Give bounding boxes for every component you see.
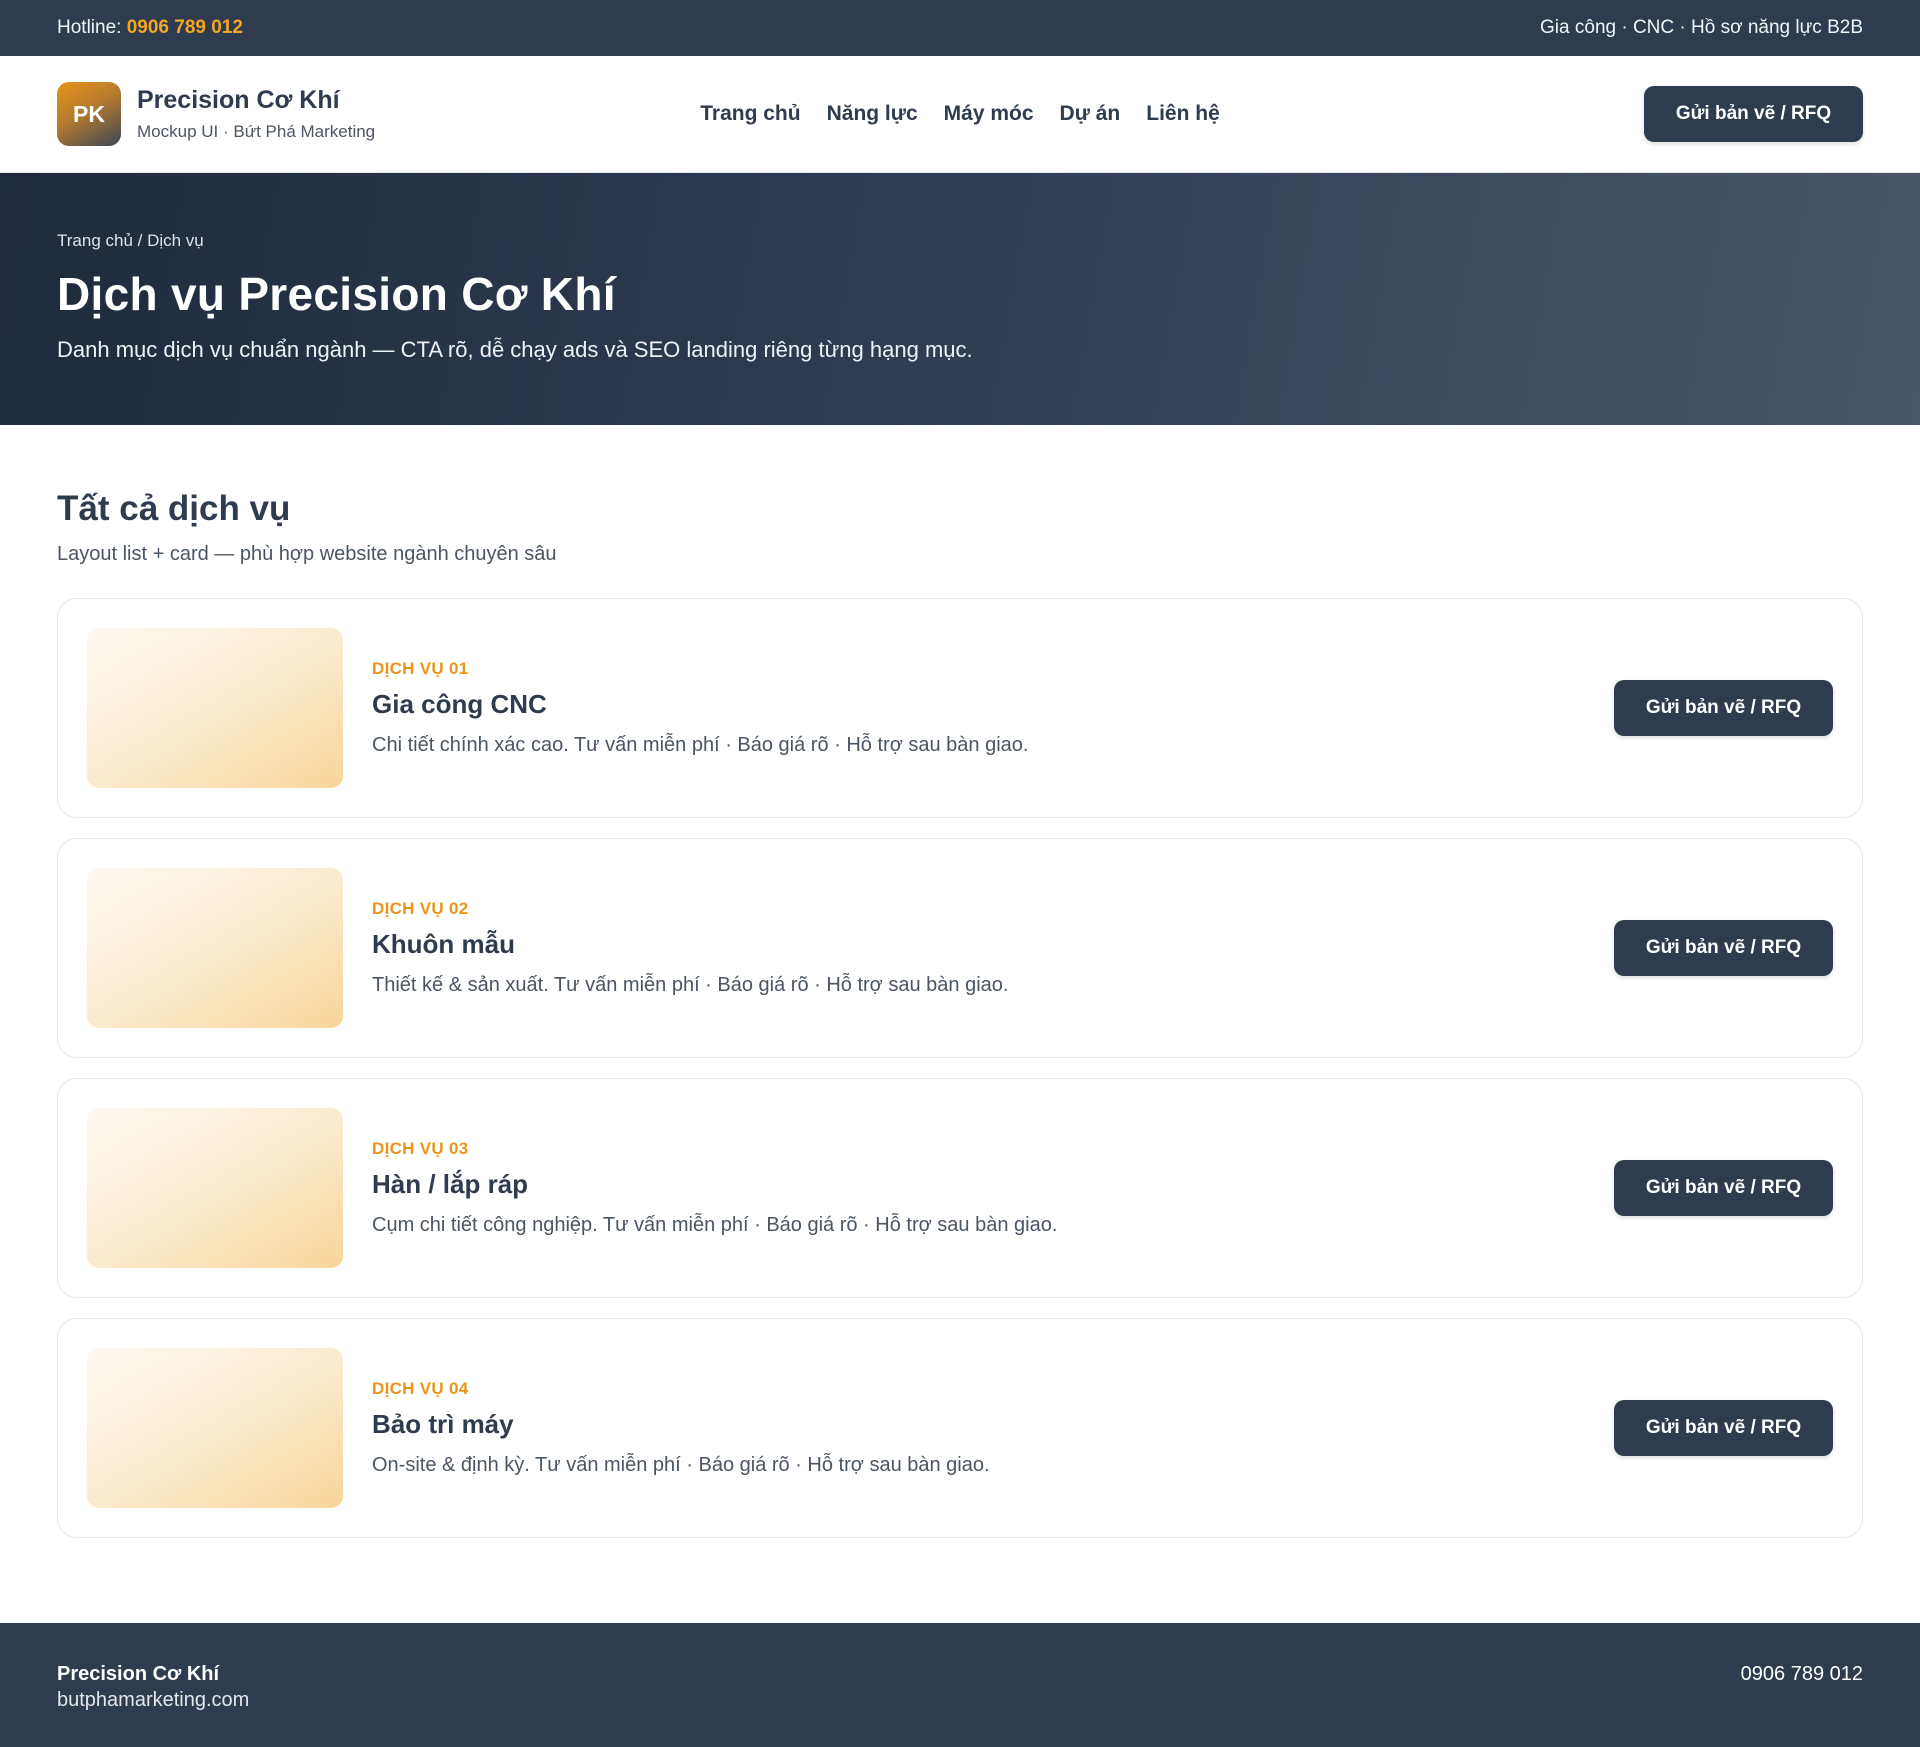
service-rfq-button[interactable]: Gửi bản vẽ / RFQ: [1614, 920, 1833, 976]
footer-website-link[interactable]: butphamarketing.com: [57, 1689, 249, 1712]
service-title[interactable]: Khuôn mẫu: [372, 929, 1614, 960]
service-title[interactable]: Gia công CNC: [372, 689, 1614, 720]
hotline-label: Hotline:: [57, 17, 122, 38]
nav-item-home[interactable]: Trang chủ: [700, 102, 800, 126]
nav-item-capabilities[interactable]: Năng lực: [827, 102, 918, 126]
service-description: On-site & định kỳ. Tư vấn miễn phí · Báo…: [372, 1454, 990, 1476]
service-thumbnail: [87, 868, 343, 1028]
service-body: DỊCH VỤ 01 Gia công CNC Chi tiết chính x…: [372, 659, 1614, 757]
service-label: DỊCH VỤ 02: [372, 899, 469, 918]
hotline: Hotline: 0906 789 012: [57, 17, 243, 39]
nav-item-machines[interactable]: Máy móc: [944, 102, 1034, 126]
services-section: Tất cả dịch vụ Layout list + card — phù …: [0, 425, 1920, 1538]
service-body: DỊCH VỤ 03 Hàn / lắp ráp Cụm chi tiết cô…: [372, 1139, 1614, 1237]
topbar-tagline: Gia công · CNC · Hồ sơ năng lực B2B: [1540, 17, 1863, 38]
service-label: DỊCH VỤ 03: [372, 1139, 469, 1158]
top-bar: Hotline: 0906 789 012 Gia công · CNC · H…: [0, 0, 1920, 56]
brand-name: Precision Cơ Khí: [137, 86, 340, 114]
service-title[interactable]: Bảo trì máy: [372, 1409, 1614, 1440]
header-rfq-button[interactable]: Gửi bản vẽ / RFQ: [1644, 86, 1863, 142]
service-rfq-button[interactable]: Gửi bản vẽ / RFQ: [1614, 680, 1833, 736]
logo: PK: [57, 82, 121, 146]
footer-brand-name: Precision Cơ Khí: [57, 1663, 220, 1685]
main-nav: Trang chủ Năng lực Máy móc Dự án Liên hệ: [700, 102, 1220, 126]
site-footer: Precision Cơ Khí butphamarketing.com 090…: [0, 1623, 1920, 1747]
service-description: Thiết kế & sản xuất. Tư vấn miễn phí · B…: [372, 974, 1009, 996]
breadcrumb[interactable]: Trang chủ / Dịch vụ: [57, 231, 1863, 251]
section-subtitle: Layout list + card — phù hợp website ngà…: [57, 543, 557, 565]
hero-banner: Trang chủ / Dịch vụ Dịch vụ Precision Cơ…: [0, 173, 1920, 425]
page-title: Dịch vụ Precision Cơ Khí: [57, 268, 616, 320]
service-card[interactable]: DỊCH VỤ 01 Gia công CNC Chi tiết chính x…: [57, 598, 1863, 818]
service-card[interactable]: DỊCH VỤ 04 Bảo trì máy On-site & định kỳ…: [57, 1318, 1863, 1538]
service-label: DỊCH VỤ 01: [372, 659, 469, 678]
service-thumbnail: [87, 628, 343, 788]
service-description: Chi tiết chính xác cao. Tư vấn miễn phí …: [372, 734, 1029, 756]
service-thumbnail: [87, 1108, 343, 1268]
nav-item-projects[interactable]: Dự án: [1060, 102, 1121, 126]
hotline-number-link[interactable]: 0906 789 012: [127, 17, 243, 38]
service-card[interactable]: DỊCH VỤ 03 Hàn / lắp ráp Cụm chi tiết cô…: [57, 1078, 1863, 1298]
service-body: DỊCH VỤ 04 Bảo trì máy On-site & định kỳ…: [372, 1379, 1614, 1477]
service-rfq-button[interactable]: Gửi bản vẽ / RFQ: [1614, 1400, 1833, 1456]
service-label: DỊCH VỤ 04: [372, 1379, 469, 1398]
service-list: DỊCH VỤ 01 Gia công CNC Chi tiết chính x…: [57, 598, 1863, 1538]
header-cta-wrap: Gửi bản vẽ / RFQ: [1443, 86, 1863, 142]
service-thumbnail: [87, 1348, 343, 1508]
service-card[interactable]: DỊCH VỤ 02 Khuôn mẫu Thiết kế & sản xuất…: [57, 838, 1863, 1058]
service-rfq-button[interactable]: Gửi bản vẽ / RFQ: [1614, 1160, 1833, 1216]
footer-phone-link[interactable]: 0906 789 012: [1741, 1663, 1863, 1686]
brand[interactable]: PK Precision Cơ Khí Mockup UI · Bứt Phá …: [57, 82, 477, 146]
nav-item-contact[interactable]: Liên hệ: [1146, 102, 1220, 126]
brand-subtitle: Mockup UI · Bứt Phá Marketing: [137, 122, 376, 141]
footer-brand: Precision Cơ Khí butphamarketing.com: [57, 1663, 249, 1712]
site-header: PK Precision Cơ Khí Mockup UI · Bứt Phá …: [0, 56, 1920, 173]
section-title: Tất cả dịch vụ: [57, 489, 291, 528]
service-title[interactable]: Hàn / lắp ráp: [372, 1169, 1614, 1200]
service-body: DỊCH VỤ 02 Khuôn mẫu Thiết kế & sản xuất…: [372, 899, 1614, 997]
brand-text: Precision Cơ Khí Mockup UI · Bứt Phá Mar…: [137, 86, 375, 142]
service-description: Cụm chi tiết công nghiệp. Tư vấn miễn ph…: [372, 1214, 1058, 1236]
page-subtitle: Danh mục dịch vụ chuẩn ngành — CTA rõ, d…: [57, 337, 973, 362]
